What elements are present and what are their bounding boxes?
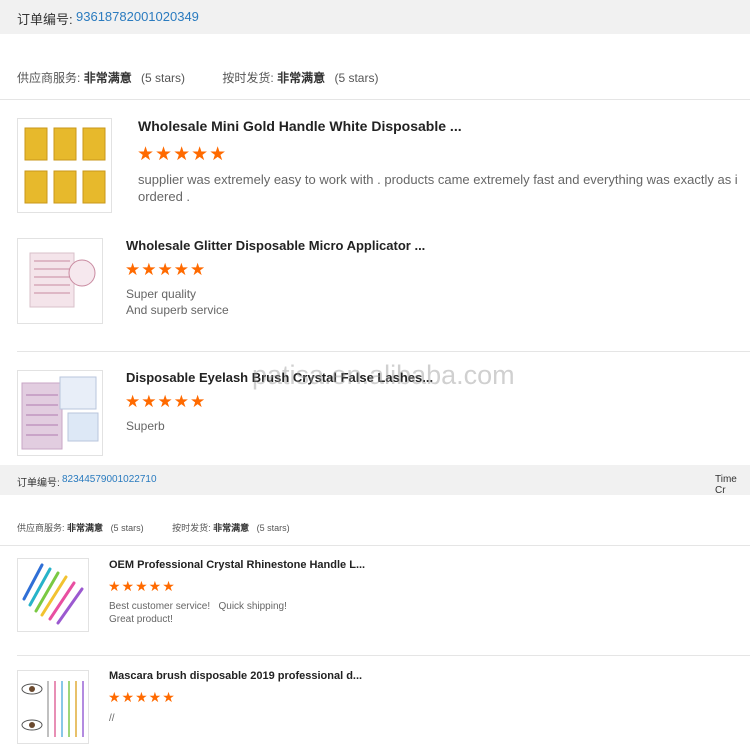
product-rating-stars: ★★★★★: [125, 392, 207, 411]
review-comment-line: And superb service: [126, 302, 229, 317]
product-rating-stars: ★★★★★: [137, 144, 228, 165]
order-number-link[interactable]: 93618782001020349: [76, 9, 199, 24]
supplier-service-label: 供应商服务:: [17, 71, 81, 85]
review-comment-line: Great product!: [109, 614, 173, 625]
order-number-link[interactable]: 82344579001022710: [62, 474, 157, 485]
product-thumbnail[interactable]: [17, 670, 89, 744]
divider: [0, 99, 750, 100]
review-comment: supplier was extremely easy to work with…: [138, 172, 738, 204]
ontime-shipping-stars: (5 stars): [256, 523, 290, 533]
review-comment-line: Super quality: [126, 287, 197, 301]
crystal-brush-image: [21, 376, 99, 450]
product-title-link[interactable]: Wholesale Mini Gold Handle White Disposa…: [138, 118, 462, 134]
product-rating-stars: ★★★★★: [125, 260, 207, 279]
glitter-applicator-image: [29, 252, 96, 308]
ontime-shipping-label: 按时发货:: [172, 523, 211, 533]
divider: [17, 351, 750, 352]
product-title-link[interactable]: Disposable Eyelash Brush Crystal False L…: [126, 370, 433, 385]
review-comment-line: Best customer service! Quick shipping!: [109, 601, 287, 612]
gold-applicator-image: [24, 127, 106, 204]
order-header-1: 订单编号: 93618782001020349: [0, 0, 750, 34]
product-rating-stars: ★★★★★: [108, 578, 176, 594]
ontime-shipping-label: 按时发货:: [222, 71, 274, 85]
product-thumbnail[interactable]: [17, 118, 112, 213]
supplier-service-value: 非常满意: [67, 523, 104, 533]
review-comment: Best customer service! Quick shipping! G…: [109, 600, 287, 626]
ontime-shipping-value: 非常满意: [213, 523, 250, 533]
supplier-service-stars: (5 stars): [141, 71, 186, 85]
product-title-link[interactable]: Mascara brush disposable 2019 profession…: [109, 670, 362, 682]
time-created-label: Time Cr: [715, 474, 737, 496]
product-rating-stars: ★★★★★: [108, 689, 176, 705]
ontime-shipping-value: 非常满意: [277, 71, 326, 85]
order-number-label: 订单编号:: [17, 478, 60, 489]
product-thumbnail[interactable]: [17, 238, 103, 324]
review-comment: Superb: [126, 419, 165, 433]
divider: [0, 545, 750, 546]
product-title-link[interactable]: Wholesale Glitter Disposable Micro Appli…: [126, 238, 425, 253]
divider: [17, 655, 750, 656]
ontime-shipping-stars: (5 stars): [334, 71, 379, 85]
order-rating-row-2: 供应商服务: 非常满意 (5 stars) 按时发货: 非常满意 (5 star…: [17, 521, 737, 535]
mascara-brush-image: [21, 681, 84, 737]
rhinestone-brush-image: [22, 563, 84, 625]
product-thumbnail[interactable]: [17, 370, 103, 456]
order-number-label: 订单编号:: [17, 12, 73, 27]
product-thumbnail[interactable]: [17, 558, 89, 632]
review-comment: //: [109, 713, 115, 724]
product-title-link[interactable]: OEM Professional Crystal Rhinestone Hand…: [109, 559, 365, 571]
review-comment: Super quality And superb service: [126, 287, 229, 318]
supplier-service-label: 供应商服务:: [17, 523, 65, 533]
order-header-2: 订单编号: 82344579001022710 Time Cr: [0, 465, 750, 496]
supplier-service-value: 非常满意: [83, 71, 132, 85]
order-rating-row-1: 供应商服务: 非常满意 (5 stars) 按时发货: 非常满意 (5 star…: [17, 69, 737, 87]
supplier-service-stars: (5 stars): [110, 523, 144, 533]
